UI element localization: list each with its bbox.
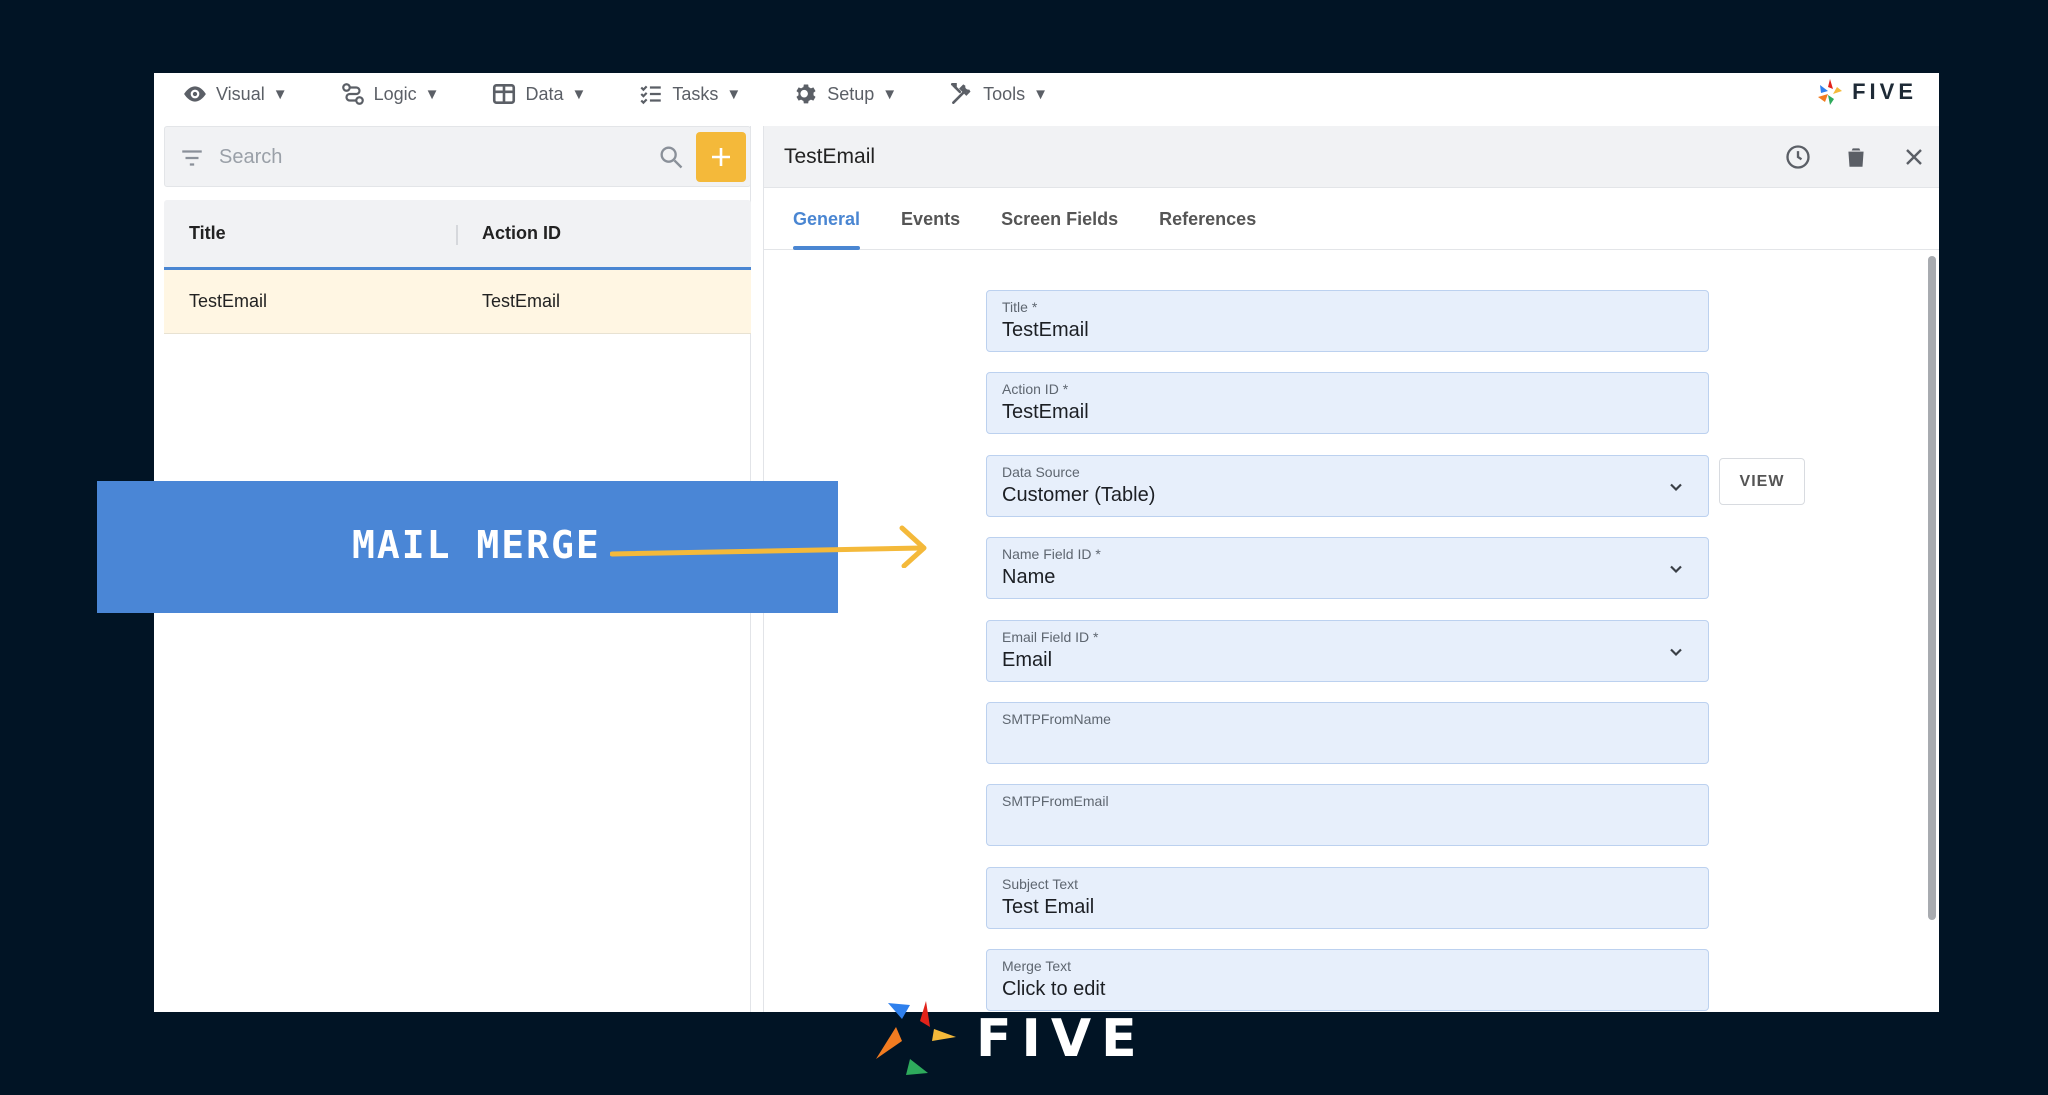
records-table: Title Action ID TestEmail TestEmail xyxy=(164,200,751,334)
smtp-from-email-field[interactable]: SMTPFromEmail xyxy=(986,784,1709,846)
smtp-from-name-field[interactable]: SMTPFromName xyxy=(986,702,1709,764)
footer-brand-text: FIVE xyxy=(976,1008,1147,1069)
field-value: Email xyxy=(1002,649,1053,671)
record-tabs: General Events Screen Fields References xyxy=(764,188,1939,250)
arrow-right-icon xyxy=(610,525,927,568)
view-button[interactable]: VIEW xyxy=(1719,458,1805,505)
field-value: Click to edit xyxy=(1002,978,1106,1000)
field-label: SMTPFromName xyxy=(1002,711,1111,727)
field-label: Merge Text xyxy=(1002,958,1071,974)
field-label: Data Source xyxy=(1002,464,1080,480)
chevron-down-icon[interactable] xyxy=(1666,642,1686,662)
menu-tools[interactable]: Tools ▼ xyxy=(949,81,1048,107)
menu-tasks[interactable]: Tasks ▼ xyxy=(638,81,741,107)
field-value: Test Email xyxy=(1002,896,1095,918)
brand-text: FIVE xyxy=(1852,79,1917,104)
checklist-icon xyxy=(640,85,662,105)
search-input[interactable] xyxy=(219,140,649,174)
record-title: TestEmail xyxy=(784,145,876,168)
field-value: Customer (Table) xyxy=(1002,484,1156,506)
brand-logo: FIVE xyxy=(1816,77,1917,107)
tab-general[interactable]: General xyxy=(793,188,861,250)
tab-events[interactable]: Events xyxy=(901,188,960,249)
menu-data[interactable]: Data ▼ xyxy=(491,81,586,107)
filter-icon[interactable] xyxy=(179,145,205,171)
field-value: TestEmail xyxy=(1002,319,1089,341)
menu-setup-label: Setup xyxy=(827,83,875,104)
search-icon[interactable] xyxy=(657,143,685,171)
chevron-down-icon[interactable] xyxy=(1666,477,1686,497)
menu-logic-label: Logic xyxy=(373,83,417,104)
eye-icon xyxy=(184,86,206,102)
column-header-title[interactable]: Title xyxy=(189,223,226,244)
chevron-down-icon: ▼ xyxy=(272,85,288,103)
flow-icon xyxy=(341,83,364,105)
tools-icon xyxy=(951,82,971,104)
table-icon xyxy=(493,84,516,104)
tab-references[interactable]: References xyxy=(1159,188,1256,249)
search-bar xyxy=(164,126,751,187)
chevron-down-icon: ▼ xyxy=(571,85,587,103)
chevron-down-icon: ▼ xyxy=(424,85,440,103)
chevron-down-icon: ▼ xyxy=(882,85,898,103)
cell-action-id: TestEmail xyxy=(482,291,561,311)
tab-screen-fields[interactable]: Screen Fields xyxy=(1001,188,1118,249)
five-logo-icon xyxy=(1818,79,1843,105)
record-detail-panel: TestEmail General Events Screen Fields R… xyxy=(763,126,1939,1012)
field-label: SMTPFromEmail xyxy=(1002,793,1109,809)
field-value: Name xyxy=(1002,566,1056,588)
menu-visual[interactable]: Visual ▼ xyxy=(182,81,288,107)
add-record-button[interactable] xyxy=(696,132,746,182)
record-header: TestEmail xyxy=(764,126,1939,188)
record-actions xyxy=(1783,142,1929,172)
table-row[interactable]: TestEmail TestEmail xyxy=(164,270,751,334)
column-header-action-id[interactable]: Action ID xyxy=(482,223,561,244)
trash-icon[interactable] xyxy=(1841,142,1871,172)
field-label: Name Field ID * xyxy=(1002,546,1101,562)
plus-icon xyxy=(712,148,730,166)
data-source-select[interactable]: Data Source Customer (Table) xyxy=(986,455,1709,517)
menu-visual-label: Visual xyxy=(216,83,265,104)
menu-tasks-label: Tasks xyxy=(672,83,719,104)
history-icon[interactable] xyxy=(1783,142,1813,172)
footer-brand-logo: FIVE xyxy=(872,1001,1147,1076)
cell-title: TestEmail xyxy=(189,291,268,311)
chevron-down-icon: ▼ xyxy=(1033,85,1049,103)
menu-logic[interactable]: Logic ▼ xyxy=(340,81,440,107)
column-divider[interactable] xyxy=(456,225,458,245)
name-field-id-select[interactable]: Name Field ID * Name xyxy=(986,537,1709,599)
email-field-id-select[interactable]: Email Field ID * Email xyxy=(986,620,1709,682)
title-field[interactable]: Title * TestEmail xyxy=(986,290,1709,352)
table-header: Title Action ID xyxy=(164,200,751,270)
top-menubar: Visual ▼ Logic ▼ Data ▼ Tasks ▼ Setup ▼ … xyxy=(154,73,1939,115)
action-id-field[interactable]: Action ID * TestEmail xyxy=(986,372,1709,434)
subject-text-field[interactable]: Subject Text Test Email xyxy=(986,867,1709,929)
close-icon[interactable] xyxy=(1899,142,1929,172)
chevron-down-icon[interactable] xyxy=(1666,559,1686,579)
field-label: Action ID * xyxy=(1002,381,1069,397)
chevron-down-icon: ▼ xyxy=(726,85,742,103)
menu-tools-label: Tools xyxy=(983,83,1026,104)
scrollbar-thumb[interactable] xyxy=(1928,256,1936,920)
banner-text: MAIL MERGE xyxy=(352,523,601,567)
five-logo-icon xyxy=(876,1001,956,1075)
general-form: Title * TestEmail Action ID * TestEmail … xyxy=(764,250,1939,1012)
field-label: Subject Text xyxy=(1002,876,1079,892)
field-value: TestEmail xyxy=(1002,401,1089,423)
gear-icon xyxy=(796,84,816,104)
field-label: Email Field ID * xyxy=(1002,629,1099,645)
menu-data-label: Data xyxy=(525,83,564,104)
menu-setup[interactable]: Setup ▼ xyxy=(793,81,897,107)
field-label: Title * xyxy=(1002,299,1038,315)
